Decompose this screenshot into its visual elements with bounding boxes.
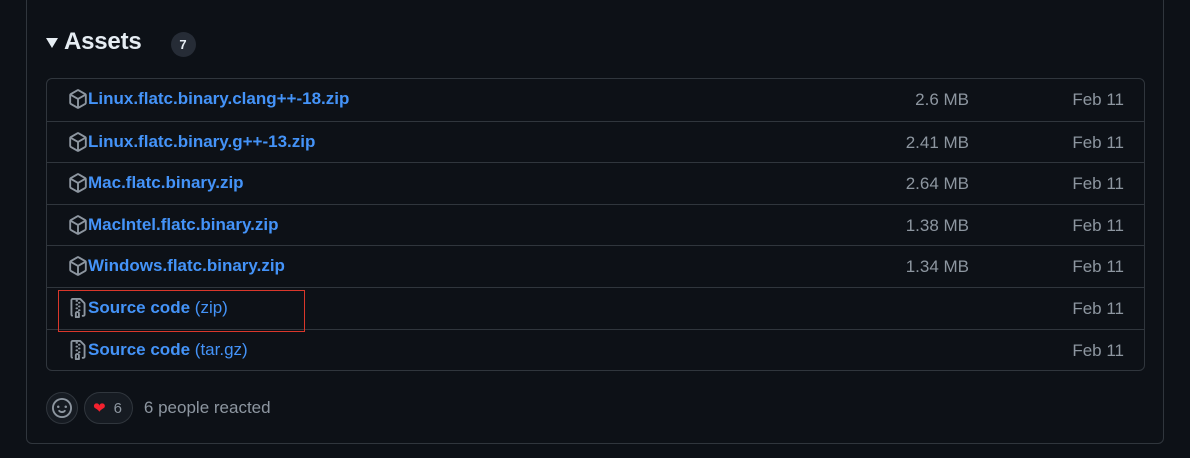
asset-name: Linux.flatc.binary.g++-13.zip (88, 131, 316, 151)
asset-download-link[interactable]: Mac.flatc.binary.zip (88, 173, 244, 193)
heart-reaction-button[interactable]: ❤ 6 (84, 392, 133, 424)
asset-name: MacIntel.flatc.binary.zip (88, 214, 279, 234)
asset-ext: (zip) (194, 297, 228, 317)
asset-name: Mac.flatc.binary.zip (88, 173, 244, 193)
source-code-zip-link[interactable]: Source code (zip) (88, 298, 228, 318)
asset-date: Feb 11 (1072, 90, 1124, 109)
asset-name: Linux.flatc.binary.clang++-18.zip (88, 89, 350, 108)
package-icon (69, 214, 87, 235)
file-zip-icon (70, 339, 86, 360)
asset-size: 1.38 MB (905, 215, 969, 235)
heart-icon: ❤ (93, 398, 106, 417)
asset-name: Source code (88, 297, 191, 317)
asset-size: 2.41 MB (905, 132, 969, 152)
asset-row: Source code (zip) Feb 11 (47, 286, 1144, 329)
smiley-icon (52, 398, 72, 418)
asset-date: Feb 11 (1072, 257, 1124, 277)
package-icon (69, 89, 87, 109)
asset-download-link[interactable]: MacIntel.flatc.binary.zip (88, 215, 279, 235)
asset-date: Feb 11 (1072, 132, 1124, 152)
source-code-tar-gz-link[interactable]: Source code (tar.gz) (88, 340, 248, 360)
add-reaction-button[interactable] (46, 392, 78, 424)
assets-title: Assets (64, 28, 142, 55)
asset-row: Windows.flatc.binary.zip 1.34 MB Feb 11 (47, 245, 1144, 287)
asset-ext: (tar.gz) (194, 339, 248, 359)
asset-name: Windows.flatc.binary.zip (88, 256, 285, 276)
package-icon (69, 256, 87, 277)
heart-count: 6 (113, 399, 122, 417)
package-icon (69, 131, 87, 152)
asset-date: Feb 11 (1072, 215, 1124, 235)
asset-download-link[interactable]: Linux.flatc.binary.clang++-18.zip (88, 89, 349, 109)
asset-row: Source code (tar.gz) Feb 11 (47, 328, 1144, 370)
asset-date: Feb 11 (1072, 174, 1124, 194)
assets-list: Linux.flatc.binary.clang++-18.zip 2.6 MB… (46, 78, 1145, 371)
asset-download-link[interactable]: Windows.flatc.binary.zip (88, 256, 285, 276)
assets-count-badge: 7 (170, 31, 196, 57)
package-icon (69, 173, 87, 193)
asset-size: 2.64 MB (905, 174, 969, 194)
assets-summary-toggle[interactable]: Assets 7 (46, 26, 196, 58)
file-zip-icon (70, 297, 86, 318)
asset-date: Feb 11 (1072, 340, 1124, 360)
asset-name: Source code (88, 339, 191, 359)
asset-date: Feb 11 (1072, 298, 1124, 318)
asset-row: Linux.flatc.binary.clang++-18.zip 2.6 MB… (47, 79, 1144, 121)
reactions-bar: ❤ 6 6 people reacted (46, 391, 271, 425)
asset-size: 1.34 MB (905, 257, 969, 277)
asset-row: Linux.flatc.binary.g++-13.zip 2.41 MB Fe… (47, 120, 1144, 163)
asset-size: 2.6 MB (915, 90, 969, 109)
triangle-down-icon (46, 38, 58, 48)
asset-row: MacIntel.flatc.binary.zip 1.38 MB Feb 11 (47, 203, 1144, 246)
asset-row: Mac.flatc.binary.zip 2.64 MB Feb 11 (47, 162, 1144, 204)
reactions-summary: 6 people reacted (143, 398, 271, 417)
asset-download-link[interactable]: Linux.flatc.binary.g++-13.zip (88, 132, 315, 152)
